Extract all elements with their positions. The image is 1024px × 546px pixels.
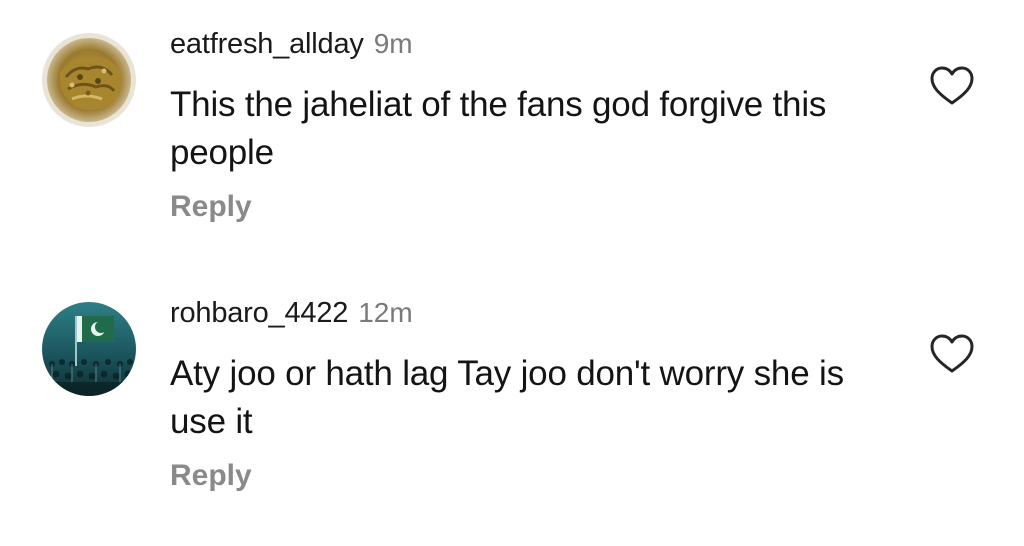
avatar[interactable] bbox=[42, 33, 136, 127]
comment-item: eatfresh_allday 9m This the jaheliat of t… bbox=[0, 0, 1024, 273]
avatar[interactable] bbox=[42, 302, 136, 396]
timestamp: 9m bbox=[373, 28, 413, 59]
comment-text: This the jaheliat of the fans god forgiv… bbox=[170, 85, 827, 172]
comment-item: rohbaro_4422 12m Aty joo or hath lag Tay … bbox=[0, 273, 1024, 546]
heart-outline-icon bbox=[930, 334, 974, 373]
timestamp: 12m bbox=[358, 297, 413, 328]
food-photo-avatar-icon bbox=[42, 33, 136, 127]
reply-button[interactable]: Reply bbox=[170, 190, 252, 224]
username[interactable]: rohbaro_4422 bbox=[170, 297, 348, 329]
comment-meta: eatfresh_allday 9m bbox=[170, 28, 413, 61]
comment-meta: rohbaro_4422 12m bbox=[170, 297, 413, 330]
reply-button[interactable]: Reply bbox=[170, 459, 252, 493]
like-button[interactable] bbox=[929, 65, 975, 107]
pakistan-flag-crowd-avatar-icon bbox=[42, 302, 136, 396]
username[interactable]: eatfresh_allday bbox=[170, 28, 364, 60]
like-button[interactable] bbox=[929, 333, 975, 375]
comment-text: Aty joo or hath lag Tay joo don't worry … bbox=[170, 354, 844, 441]
heart-outline-icon bbox=[930, 66, 974, 105]
